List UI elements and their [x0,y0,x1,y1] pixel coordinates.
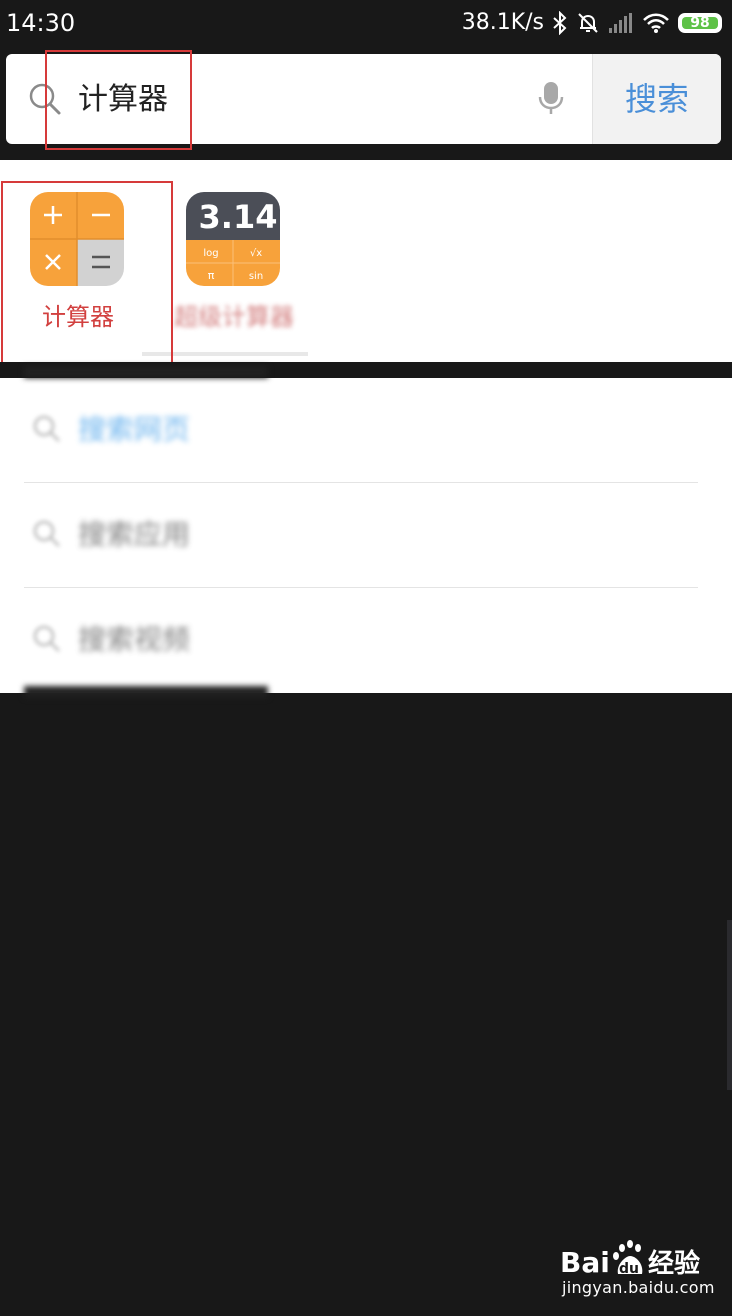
blur-streak [24,366,268,378]
svg-text:du: du [619,1261,639,1277]
mic-icon[interactable] [536,80,566,120]
suggestion-label: 搜索视频 [78,623,191,656]
key-pi: π [208,269,215,282]
blur-streak [24,686,268,698]
status-indicators: 38.1K/s 98 [462,6,722,40]
app-result-super-calculator[interactable]: 3.14 log √x π sin 超级计算器 [156,160,306,362]
wifi-icon [642,12,670,34]
edge-artifact [727,920,732,1090]
search-icon [32,414,62,448]
svg-text:经验: 经验 [648,1248,700,1279]
status-bar: 14:30 38.1K/s 98 [0,0,732,46]
app-label: 超级计算器 [174,303,294,331]
battery-icon: 98 [678,13,722,33]
suggestion-label: 搜索网页 [78,413,191,446]
status-time: 14:30 [6,9,76,37]
list-item-search-apps[interactable]: 搜索应用 [0,483,732,588]
suggestion-list: 搜索网页 搜索应用 搜索视频 [0,378,732,693]
suggestion-label: 搜索应用 [78,518,191,551]
key-sqrt: √x [250,248,262,259]
key-log: log [203,248,218,259]
alarm-off-icon [576,11,600,35]
battery-level: 98 [690,15,710,31]
bluetooth-icon [552,11,568,35]
screen: 14:30 38.1K/s 98 计算器 搜索 计算器 3.14 log √x … [0,0,732,1316]
baidu-logo: Bai du 经验 [560,1240,700,1279]
baidu-jingyan-watermark: Bai du 经验 jingyan.baidu.com [560,1236,725,1302]
pi-calculator-app-icon: 3.14 log √x π sin [186,192,280,286]
list-item-search-video[interactable]: 搜索视频 [0,588,732,693]
watermark-url: jingyan.baidu.com [562,1278,715,1297]
search-icon [32,624,62,658]
search-highlight-box [45,50,192,150]
list-item-search-web[interactable]: 搜索网页 [0,378,732,483]
key-sin: sin [249,271,263,282]
pi-value-text: 3.14 [199,198,278,236]
signal-icon [608,12,634,34]
svg-text:Bai: Bai [560,1246,610,1279]
search-button[interactable]: 搜索 [592,54,721,144]
search-icon [32,519,62,553]
network-speed: 38.1K/s [461,10,544,35]
